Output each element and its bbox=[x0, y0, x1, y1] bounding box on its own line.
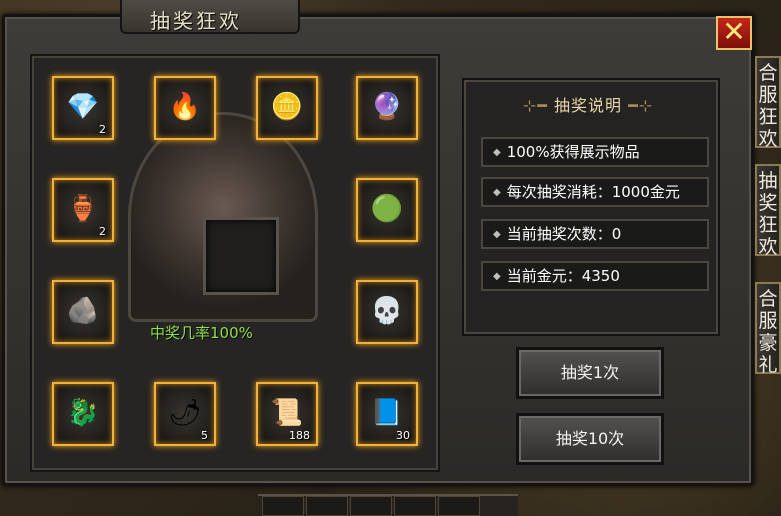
altar-result-slot bbox=[203, 217, 279, 295]
info-row: ◆ 当前金元：4350 bbox=[481, 261, 709, 291]
scroll-blue-icon: 📘 bbox=[370, 398, 404, 428]
ornament-left-icon: ⊹━ bbox=[522, 96, 548, 115]
close-button[interactable]: ✕ bbox=[716, 16, 752, 50]
prize-slot[interactable]: 💎 2 bbox=[52, 76, 114, 140]
prize-slot[interactable]: 🐉 bbox=[52, 382, 114, 446]
info-row-text: 100%获得展示物品 bbox=[506, 143, 640, 161]
diamond-bullet-icon: ◆ bbox=[493, 147, 501, 158]
green-gem-icon: 🟢 bbox=[370, 194, 404, 224]
item-count: 188 bbox=[289, 429, 310, 442]
prize-slot[interactable]: 💀 bbox=[356, 280, 418, 344]
ornament-right-icon: ━⊹ bbox=[628, 96, 654, 115]
stone-tablet-icon: 🪨 bbox=[66, 296, 100, 326]
hotbar-slot[interactable] bbox=[394, 496, 436, 516]
side-tab-server-merge-gift[interactable]: 合服豪礼 bbox=[755, 282, 781, 376]
scroll-red-icon: 📜 bbox=[270, 398, 304, 428]
blue-crystal-icon: 💎 bbox=[66, 92, 100, 122]
info-row-text: 当前抽奖次数：0 bbox=[506, 225, 622, 243]
pot-icon: 🏺 bbox=[66, 194, 100, 224]
draw-once-button[interactable]: 抽奖1次 bbox=[516, 347, 664, 399]
gold-pile-icon: 🪙 bbox=[270, 92, 304, 122]
prize-slot[interactable]: 🪙 bbox=[256, 76, 318, 140]
item-count: 2 bbox=[99, 225, 106, 238]
hotbar-slot[interactable] bbox=[306, 496, 348, 516]
skull-icon: 💀 bbox=[370, 296, 404, 326]
item-count: 30 bbox=[396, 429, 410, 442]
hotbar-slot[interactable] bbox=[438, 496, 480, 516]
prize-slot[interactable]: 🔮 bbox=[356, 76, 418, 140]
diamond-bullet-icon: ◆ bbox=[493, 271, 501, 282]
draw-ten-button[interactable]: 抽奖10次 bbox=[516, 413, 664, 465]
info-row: ◆ 100%获得展示物品 bbox=[481, 137, 709, 167]
diamond-bullet-icon: ◆ bbox=[493, 187, 501, 198]
prize-slot[interactable]: 🪨 bbox=[52, 280, 114, 344]
win-odds-text: 中奖几率100% bbox=[150, 324, 253, 342]
prize-slot[interactable]: 📘 30 bbox=[356, 382, 418, 446]
fire-ring-icon: 🔥 bbox=[168, 92, 202, 122]
spirit-orb-icon: 🔮 bbox=[370, 92, 404, 122]
herb-icon: 🌶 bbox=[168, 398, 202, 428]
item-count: 5 bbox=[201, 429, 208, 442]
diamond-bullet-icon: ◆ bbox=[493, 229, 501, 240]
side-tab-server-merge-carnival[interactable]: 合服狂欢 bbox=[755, 56, 781, 150]
info-row: ◆ 每次抽奖消耗：1000金元 bbox=[481, 177, 709, 207]
hotbar-slot[interactable] bbox=[262, 496, 304, 516]
info-heading-text: 抽奖说明 bbox=[553, 96, 622, 115]
prize-slot[interactable]: 🌶 5 bbox=[154, 382, 216, 446]
side-tab-lottery-carnival[interactable]: 抽奖狂欢 bbox=[755, 164, 781, 258]
item-count: 2 bbox=[99, 123, 106, 136]
prize-slot[interactable]: 🏺 2 bbox=[52, 178, 114, 242]
info-panel bbox=[462, 78, 720, 336]
prize-slot[interactable]: 🔥 bbox=[154, 76, 216, 140]
info-heading: ⊹━ 抽奖说明 ━⊹ bbox=[488, 92, 688, 116]
prize-slot[interactable]: 🟢 bbox=[356, 178, 418, 242]
info-row: ◆ 当前抽奖次数：0 bbox=[481, 219, 709, 249]
window-title: 抽奖狂欢 bbox=[150, 9, 242, 33]
info-row-text: 当前金元：4350 bbox=[506, 267, 620, 285]
hotbar-slot[interactable] bbox=[350, 496, 392, 516]
dragon-icon: 🐉 bbox=[66, 398, 100, 428]
info-row-text: 每次抽奖消耗：1000金元 bbox=[506, 183, 680, 201]
prize-slot[interactable]: 📜 188 bbox=[256, 382, 318, 446]
lottery-altar bbox=[128, 112, 318, 322]
